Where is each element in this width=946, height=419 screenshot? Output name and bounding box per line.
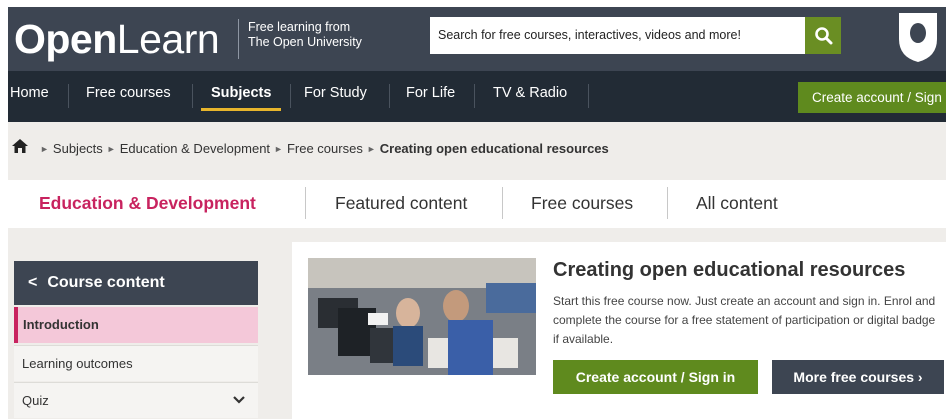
search-button[interactable]	[805, 17, 841, 54]
chevron-left-icon: <	[28, 274, 38, 291]
nav-divider	[290, 84, 291, 108]
sidebar-item-learning-outcomes[interactable]: Learning outcomes	[14, 345, 258, 381]
nav-divider	[389, 84, 390, 108]
tab-divider	[502, 187, 503, 219]
course-content-heading-label: Course content	[47, 274, 165, 291]
tab-divider	[305, 187, 306, 219]
breadcrumb-separator-icon: ►	[366, 144, 376, 154]
chevron-down-icon[interactable]	[232, 395, 246, 405]
breadcrumb-separator-icon: ►	[40, 144, 49, 154]
create-account-button[interactable]: Create account / Sign in	[798, 82, 946, 113]
breadcrumb-separator-icon: ►	[106, 144, 116, 154]
nav-divider	[588, 84, 589, 108]
tagline-line2: The Open University	[248, 35, 362, 49]
home-icon[interactable]	[11, 138, 29, 154]
tab-all-content[interactable]: All content	[696, 193, 778, 214]
nav-divider	[192, 84, 193, 108]
tab-free-courses[interactable]: Free courses	[531, 193, 633, 214]
main-nav: Home Free courses Subjects For Study For…	[8, 71, 946, 122]
nav-divider	[68, 84, 69, 108]
search-icon	[815, 27, 833, 45]
nav-item-for-study[interactable]: For Study	[304, 71, 367, 116]
nav-item-tv-radio[interactable]: TV & Radio	[493, 71, 567, 116]
tagline-line1: Free learning from	[248, 20, 351, 34]
nav-item-for-life[interactable]: For Life	[406, 71, 455, 116]
course-content-heading[interactable]: < Course content	[14, 261, 258, 305]
nav-divider	[474, 84, 475, 108]
nav-item-home[interactable]: Home	[10, 71, 49, 116]
search-input[interactable]: Search for free courses, interactives, v…	[430, 17, 805, 54]
course-title: Creating open educational resources	[553, 259, 906, 281]
nav-active-underline	[201, 108, 281, 111]
breadcrumb-trail: ► Subjects ► Education & Development ► Free c…	[36, 141, 609, 156]
more-free-courses-button[interactable]: More free courses ›	[772, 360, 944, 394]
breadcrumb-item-free-courses[interactable]: Free courses	[287, 141, 363, 156]
create-account-sign-in-button[interactable]: Create account / Sign in	[553, 360, 758, 394]
breadcrumb-item-subjects[interactable]: Subjects	[53, 141, 103, 156]
breadcrumb-separator-icon: ►	[274, 144, 283, 154]
sidebar-item-introduction[interactable]: Introduction	[14, 307, 258, 343]
tab-education-development[interactable]: Education & Development	[39, 193, 256, 214]
tagline-divider	[238, 19, 239, 59]
sidebar-item-quiz-label: Quiz	[22, 393, 49, 408]
tab-divider	[667, 187, 668, 219]
sidebar-item-quiz[interactable]: Quiz	[14, 382, 258, 418]
breadcrumb: ► Subjects ► Education & Development ► Free c…	[8, 122, 946, 180]
subject-tabs: Education & Development Featured content…	[8, 180, 946, 226]
breadcrumb-current: Creating open educational resources	[379, 141, 609, 156]
site-header: OpenLearn Free learning from The Open Un…	[8, 7, 946, 71]
tagline: Free learning from The Open University	[248, 20, 362, 50]
tab-featured-content[interactable]: Featured content	[335, 193, 467, 214]
nav-item-free-courses[interactable]: Free courses	[86, 71, 171, 116]
course-description: Start this free course now. Just create …	[553, 294, 936, 346]
open-university-shield-icon[interactable]	[896, 11, 940, 63]
openlearn-logo[interactable]: OpenLearn	[14, 15, 220, 63]
course-photo	[308, 258, 536, 375]
breadcrumb-item-education[interactable]: Education & Development	[120, 141, 270, 156]
